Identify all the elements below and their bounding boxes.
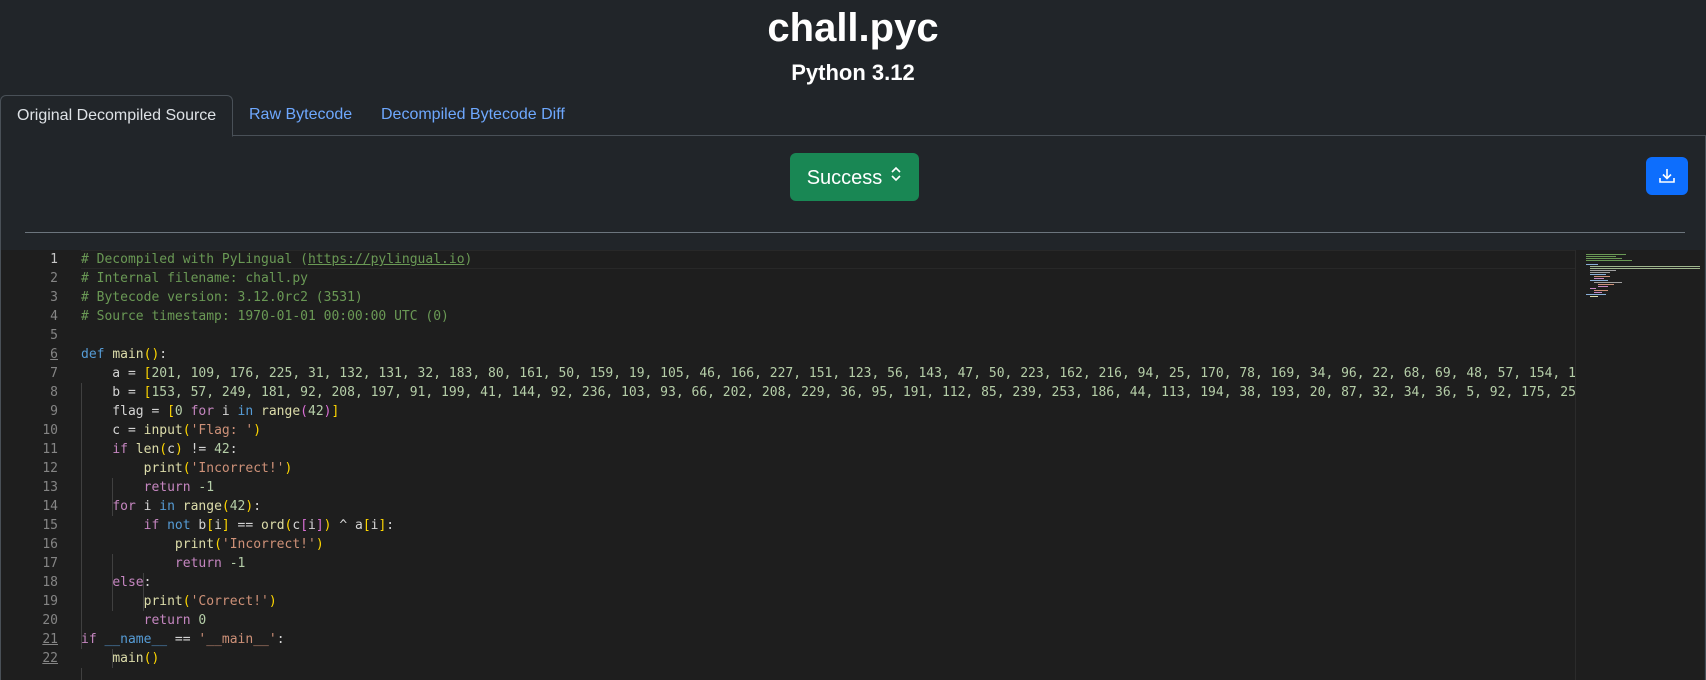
minimap-line xyxy=(1598,284,1614,285)
array-a-values: 201, 109, 176, 225, 31, 132, 131, 32, 18… xyxy=(151,366,1575,381)
line-number[interactable]: 21 xyxy=(1,630,58,649)
code-line-3: # Bytecode version: 3.12.0rc2 (3531) xyxy=(81,290,363,305)
code-line-16: print('Incorrect!') xyxy=(174,537,324,552)
minimap-line xyxy=(1594,292,1602,293)
line-number: 1 xyxy=(50,252,58,267)
indent-guide xyxy=(81,668,82,680)
minimap-line xyxy=(1586,258,1622,259)
download-icon xyxy=(1659,169,1675,183)
comment: # Decompiled with PyLingual ( xyxy=(81,252,308,267)
tab-raw-bytecode[interactable]: Raw Bytecode xyxy=(233,95,368,136)
minimap-line xyxy=(1586,260,1632,261)
minimap-line xyxy=(1594,276,1610,277)
code-line-11: if len(c) != 42: xyxy=(112,442,238,457)
line-number[interactable]: 6 xyxy=(1,345,58,364)
line-number: 20 xyxy=(42,613,58,628)
minimap-line xyxy=(1590,280,1608,281)
chevron-up-down-icon xyxy=(890,153,902,201)
status-dropdown-button[interactable]: Success xyxy=(790,153,919,201)
code-line-4: # Source timestamp: 1970-01-01 00:00:00 … xyxy=(81,309,449,324)
minimap-line xyxy=(1586,294,1606,295)
line-number: 4 xyxy=(50,309,58,324)
minimap[interactable] xyxy=(1575,250,1704,680)
minimap-line xyxy=(1586,256,1616,257)
code-line-15: if not b[i] == ord(c[i]) ^ a[i]: xyxy=(143,518,395,533)
code-line-19: print('Correct!') xyxy=(143,594,277,609)
line-number: 3 xyxy=(50,290,58,305)
code-content[interactable]: # Decompiled with PyLingual (https://pyl… xyxy=(81,250,1575,680)
code-line-6: def main(): xyxy=(81,347,168,362)
line-number: 15 xyxy=(42,518,58,533)
line-number: 11 xyxy=(42,442,58,457)
python-version: Python 3.12 xyxy=(791,60,915,85)
status-label: Success xyxy=(806,167,883,189)
line-number: 8 xyxy=(50,385,58,400)
minimap-line xyxy=(1590,288,1596,289)
minimap-line xyxy=(1598,286,1608,287)
minimap-line xyxy=(1594,282,1622,283)
line-number: 13 xyxy=(42,480,58,495)
code-line-22: main() xyxy=(112,651,160,666)
tab-original-decompiled-source[interactable]: Original Decompiled Source xyxy=(0,95,234,137)
line-number: 2 xyxy=(50,271,58,286)
minimap-line xyxy=(1590,268,1700,269)
line-number: 17 xyxy=(42,556,58,571)
download-button[interactable] xyxy=(1646,157,1688,195)
minimap-line xyxy=(1590,270,1616,271)
minimap-line xyxy=(1594,278,1604,279)
minimap-line xyxy=(1586,264,1598,265)
pylingual-link[interactable]: https://pylingual.io xyxy=(308,252,465,267)
line-number[interactable]: 22 xyxy=(1,649,58,668)
minimap-line xyxy=(1590,272,1610,273)
code-line-8: b = [153, 57, 249, 181, 92, 208, 197, 91… xyxy=(81,383,1575,402)
code-line-7: a = [201, 109, 176, 225, 31, 132, 131, 3… xyxy=(81,364,1575,383)
page-title: chall.pyc xyxy=(767,6,939,50)
code-line-20: return 0 xyxy=(143,613,207,628)
tab-bar: Original Decompiled Source Raw Bytecode … xyxy=(0,95,1706,137)
line-number: 14 xyxy=(42,499,58,514)
code-line-1: # Decompiled with PyLingual (https://pyl… xyxy=(81,250,472,269)
line-number: 12 xyxy=(42,461,58,476)
line-number: 18 xyxy=(42,575,58,590)
code-line-17: return -1 xyxy=(174,556,246,571)
line-number: 16 xyxy=(42,537,58,552)
minimap-line xyxy=(1590,274,1606,275)
minimap-line xyxy=(1594,290,1608,291)
code-line-18: else: xyxy=(112,575,152,590)
line-number: 19 xyxy=(42,594,58,609)
code-line-21: if __name__ == '__main__': xyxy=(81,632,285,647)
code-editor[interactable]: 1 2 3 4 5 6 7 8 9 10 11 12 13 14 15 16 1… xyxy=(1,250,1704,680)
minimap-line xyxy=(1590,266,1700,267)
divider xyxy=(25,232,1685,233)
code-line-13: return -1 xyxy=(143,480,215,495)
minimap-line xyxy=(1586,254,1626,255)
comment: ) xyxy=(464,252,473,267)
code-line-10: c = input('Flag: ') xyxy=(81,423,262,438)
code-line-2: # Internal filename: chall.py xyxy=(81,271,308,286)
line-number: 5 xyxy=(50,328,58,343)
line-number: 10 xyxy=(42,423,58,438)
tab-decompiled-bytecode-diff[interactable]: Decompiled Bytecode Diff xyxy=(365,95,581,136)
code-line-14: for i in range(42): xyxy=(112,499,262,514)
line-number: 7 xyxy=(50,366,58,381)
line-number: 9 xyxy=(50,404,58,419)
minimap-line xyxy=(1590,296,1598,297)
array-b-values: 153, 57, 249, 181, 92, 208, 197, 91, 199… xyxy=(151,385,1575,400)
code-line-9: flag = [0 for i in range(42)] xyxy=(81,404,340,419)
line-number-gutter: 1 2 3 4 5 6 7 8 9 10 11 12 13 14 15 16 1… xyxy=(1,250,59,680)
code-line-12: print('Incorrect!') xyxy=(143,461,293,476)
